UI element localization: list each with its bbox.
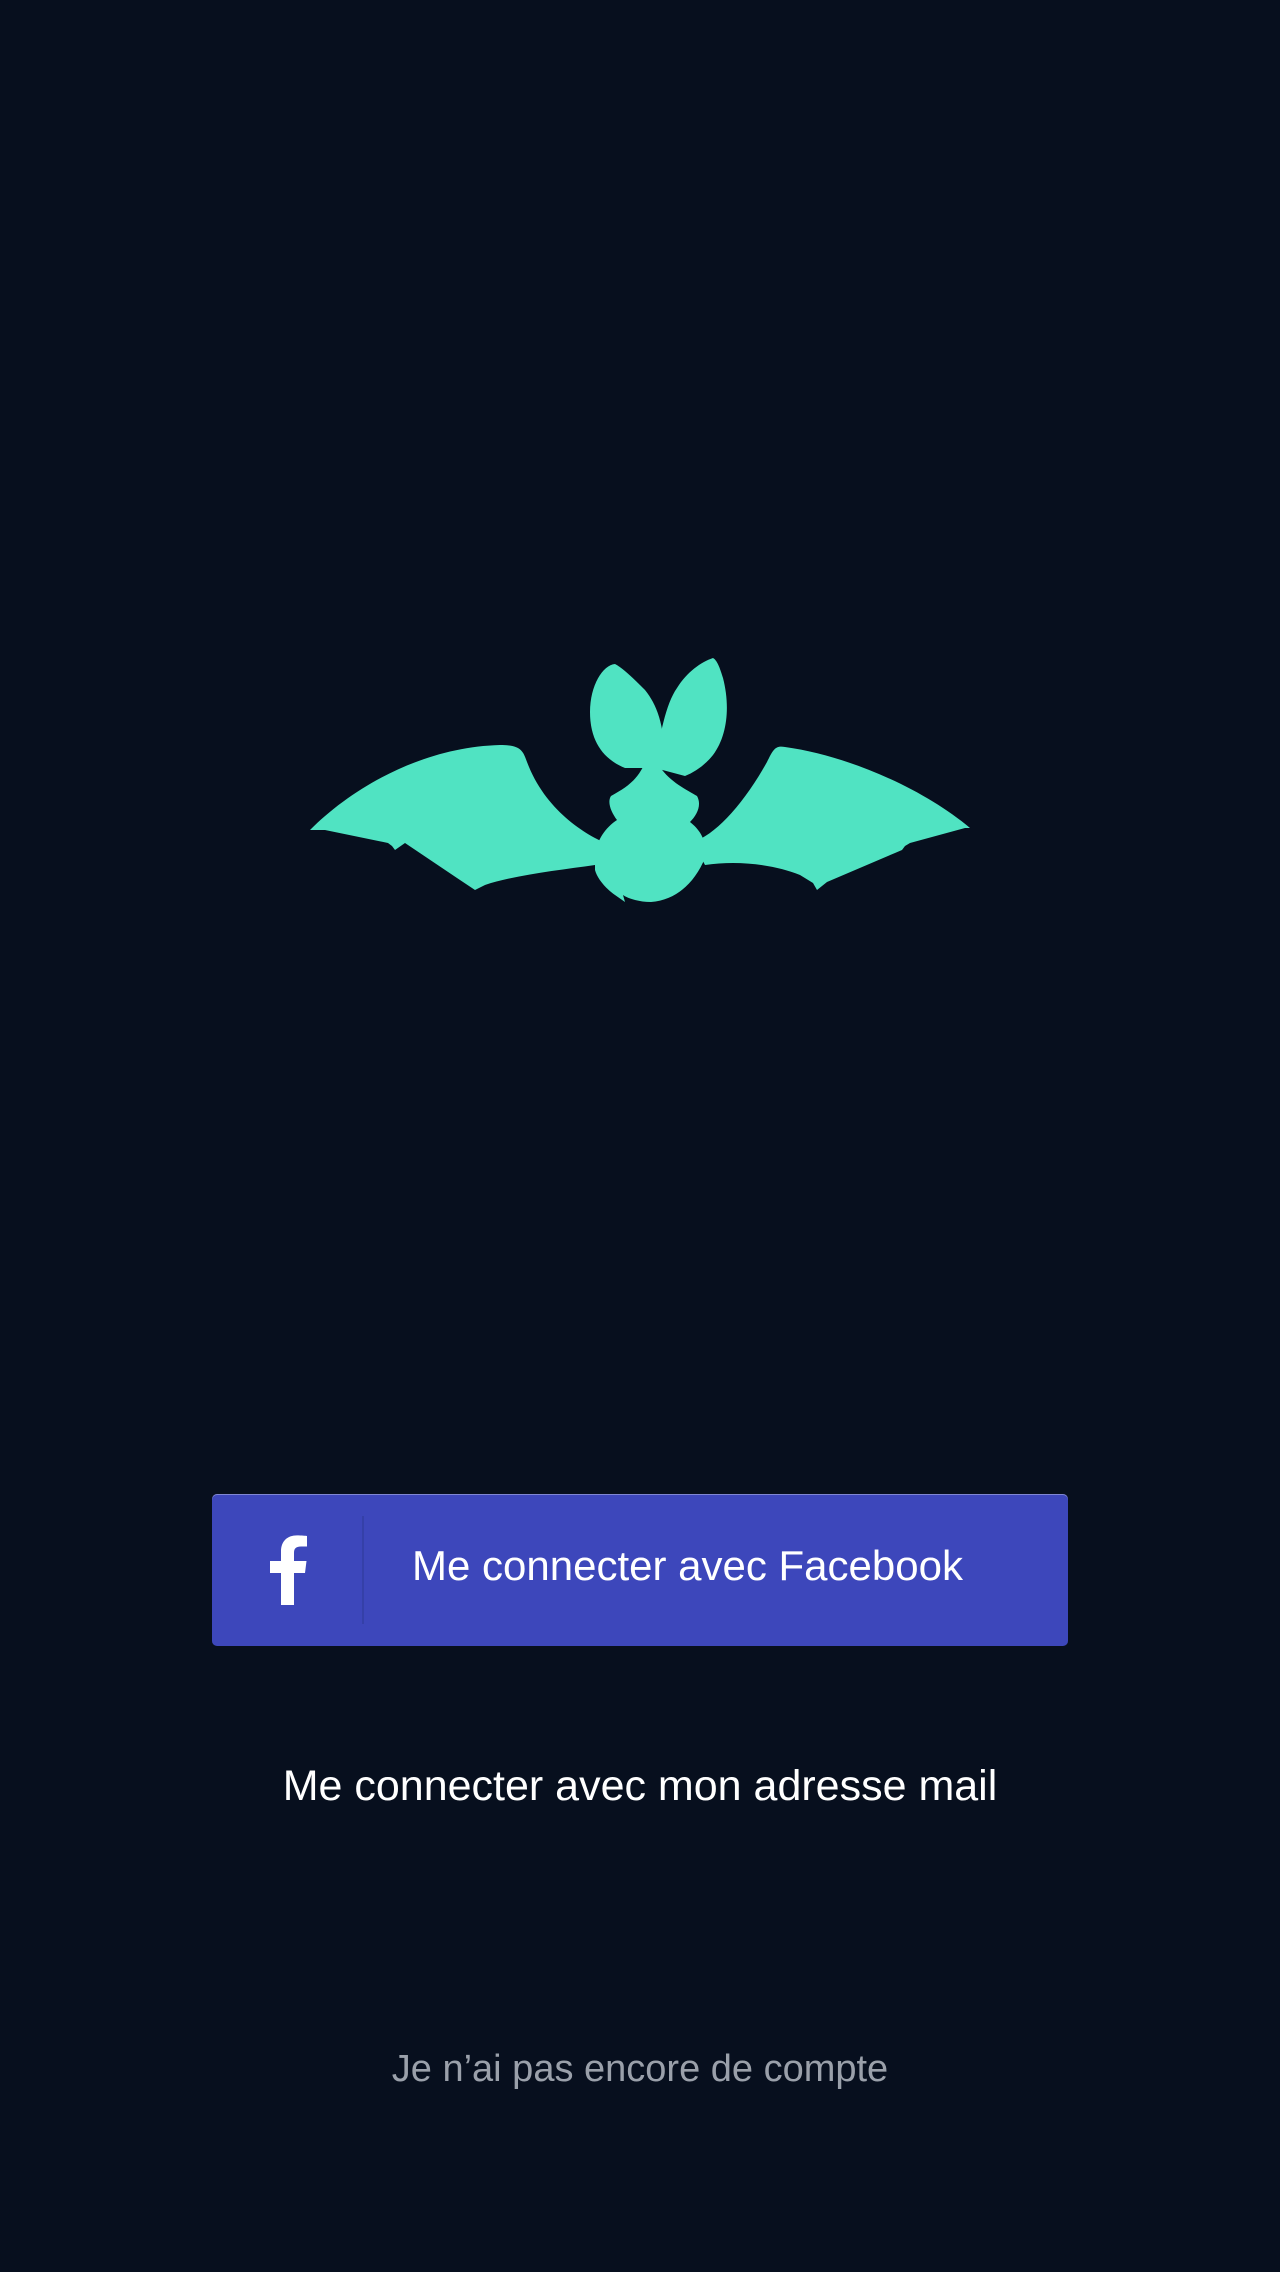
email-login-link[interactable]: Me connecter avec mon adresse mail [0,1762,1280,1811]
bat-logo-icon [310,658,970,902]
facebook-icon [212,1494,364,1646]
facebook-button-divider [362,1516,364,1624]
facebook-login-button[interactable]: Me connecter avec Facebook [212,1494,1068,1646]
signup-link[interactable]: Je n’ai pas encore de compte [0,2048,1280,2091]
facebook-login-label: Me connecter avec Facebook [412,1542,963,1589]
